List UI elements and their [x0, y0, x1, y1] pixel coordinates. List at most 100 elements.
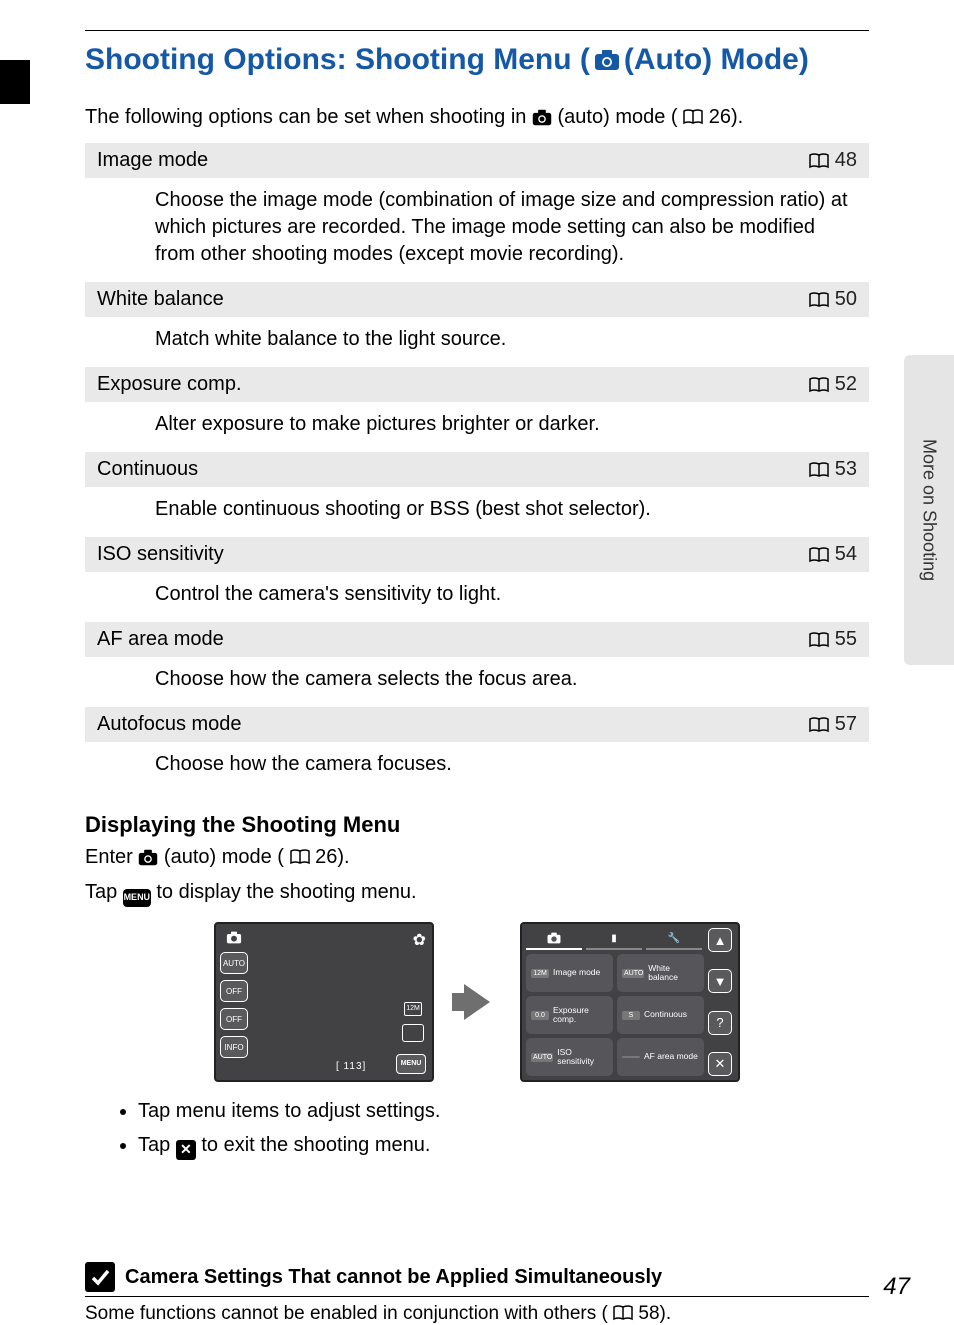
menu-cell: 0.0 Exposure comp.: [526, 996, 613, 1034]
menu-cell-icon: AUTO: [622, 969, 644, 978]
screen1-sb-4: INFO: [220, 1036, 248, 1058]
menu-cell: AUTOWhite balance: [617, 954, 704, 992]
option-row: Image mode48Choose the image mode (combi…: [85, 143, 869, 282]
option-page: 48: [835, 149, 857, 172]
enter-c: 26).: [315, 846, 349, 868]
page-number: 47: [883, 1273, 910, 1301]
intro-b: (auto) mode (: [558, 106, 678, 128]
option-label: Autofocus mode: [97, 713, 242, 736]
option-page-ref: 48: [809, 149, 857, 172]
camera-icon: [594, 49, 620, 71]
camera-icon: [138, 849, 158, 866]
option-description: Choose how the camera selects the focus …: [85, 658, 869, 707]
screen1-menu-button: MENU: [396, 1054, 426, 1074]
option-description: Alter exposure to make pictures brighter…: [85, 403, 869, 452]
book-icon: [809, 547, 829, 563]
menu-cell-icon: AUTO: [531, 1053, 553, 1062]
screen2-tab-3: 🔧: [646, 928, 702, 950]
page-title: Shooting Options: Shooting Menu ( (Auto)…: [30, 35, 924, 87]
menu-cell-label: Continuous: [644, 1010, 687, 1019]
book-icon: [809, 632, 829, 648]
option-page: 53: [835, 458, 857, 481]
book-icon: [809, 377, 829, 393]
menu-cell-label: Exposure comp.: [553, 1006, 608, 1025]
book-icon: [683, 109, 703, 125]
option-description: Control the camera's sensitivity to ligh…: [85, 573, 869, 622]
note-check-icon: [85, 1262, 115, 1292]
option-label: Exposure comp.: [97, 373, 242, 396]
title-part-a: Shooting Options: Shooting Menu (: [85, 43, 590, 77]
option-label: AF area mode: [97, 628, 224, 651]
screen1-sb-2: OFF: [220, 980, 248, 1002]
option-page: 50: [835, 288, 857, 311]
screen2-help-button: ?: [708, 1011, 732, 1035]
option-label: White balance: [97, 288, 224, 311]
screen1-top-right-icon: ✿: [413, 930, 426, 950]
option-row-head: Image mode48: [85, 143, 869, 179]
close-chip-icon: ✕: [176, 1140, 196, 1160]
option-row: Continuous 53 Enable continuous shooting o…: [85, 452, 869, 537]
camera-screen-menu: ▮ 🔧 12MImage modeAUTOWhite balance 0.0 Exp…: [520, 922, 740, 1082]
option-label: Continuous: [97, 458, 198, 481]
screen1-sb-3: OFF: [220, 1008, 248, 1030]
bullet-1: Tap menu items to adjust settings.: [138, 1094, 869, 1128]
title-part-b: (Auto) Mode): [624, 43, 809, 77]
title-rule: [85, 30, 869, 31]
menu-cell-label: AF area mode: [644, 1052, 698, 1061]
intro-paragraph: The following options can be set when sh…: [30, 87, 924, 143]
screen2-grid: 12MImage modeAUTOWhite balance 0.0 Exposur…: [526, 954, 704, 1076]
option-row-head: Exposure comp.52: [85, 367, 869, 403]
bullet-2b: to exit the shooting menu.: [201, 1134, 430, 1156]
option-row-head: AF area mode 55: [85, 622, 869, 658]
intro-a: The following options can be set when sh…: [85, 106, 532, 128]
option-page-ref: 53: [809, 458, 857, 481]
enter-a: Enter: [85, 846, 138, 868]
screen1-touch-icon: [402, 1024, 424, 1042]
option-row: AF area mode 55 Choose how the camera sele…: [85, 622, 869, 707]
camera-screen-before: AUTO OFF OFF INFO ✿ 12M MENU [ 113]: [214, 922, 434, 1082]
menu-cell-icon: [622, 1056, 640, 1058]
bullet-2: Tap ✕ to exit the shooting menu.: [138, 1128, 869, 1162]
option-page: 57: [835, 713, 857, 736]
book-icon: [809, 717, 829, 733]
section-tab-black: [0, 60, 30, 104]
book-icon: [613, 1305, 633, 1321]
arrow-right-icon: [464, 984, 490, 1020]
option-page: 55: [835, 628, 857, 651]
option-description: Choose the image mode (combination of im…: [85, 179, 869, 282]
screen2-tabs: ▮ 🔧: [526, 928, 704, 950]
screen1-sidebar: AUTO OFF OFF INFO: [220, 928, 256, 1058]
screen1-sb-1: AUTO: [220, 952, 248, 974]
screen2-side: ▲ ▼ ? ✕: [708, 928, 734, 1076]
side-tab-label: More on Shooting: [919, 439, 940, 581]
option-description: Choose how the camera focuses.: [85, 743, 869, 792]
side-thumb-tab: More on Shooting: [904, 355, 954, 665]
options-table: Image mode48Choose the image mode (combi…: [85, 143, 869, 792]
bullet-list: Tap menu items to adjust settings. Tap ✕…: [30, 1088, 924, 1162]
menu-cell-icon: S: [622, 1011, 640, 1020]
screen2-up-button: ▲: [708, 928, 732, 952]
menu-cell-label: Image mode: [553, 968, 600, 977]
screen2-close-button: ✕: [708, 1052, 732, 1076]
menu-cell-label: ISO sensitivity: [557, 1048, 608, 1067]
menu-cell: AF area mode: [617, 1038, 704, 1076]
tap-a: Tap: [85, 881, 123, 903]
menu-cell-icon: 0.0: [531, 1011, 549, 1020]
note-body: Some functions cannot be enabled in conj…: [85, 1296, 869, 1325]
book-icon: [809, 292, 829, 308]
book-icon: [290, 849, 310, 865]
menu-cell: 12MImage mode: [526, 954, 613, 992]
option-row-head: White balance 50: [85, 282, 869, 318]
sub-heading: Displaying the Shooting Menu: [30, 792, 924, 840]
note-heading-row: Camera Settings That cannot be Applied S…: [85, 1262, 869, 1292]
tap-line: Tap MENU to display the shooting menu.: [30, 875, 924, 910]
enter-b: (auto) mode (: [164, 846, 284, 868]
screen-illustration-row: AUTO OFF OFF INFO ✿ 12M MENU [ 113] ▮ 🔧: [30, 910, 924, 1088]
option-page: 54: [835, 543, 857, 566]
menu-chip-icon: MENU: [123, 889, 151, 907]
option-description: Enable continuous shooting or BSS (best …: [85, 488, 869, 537]
option-row: Autofocus mode 57 Choose how the camera fo…: [85, 707, 869, 792]
screen1-imgmode-chip: 12M: [404, 1002, 422, 1016]
option-row: Exposure comp.52Alter exposure to make p…: [85, 367, 869, 452]
screen1-counter: [ 113]: [336, 1061, 366, 1072]
